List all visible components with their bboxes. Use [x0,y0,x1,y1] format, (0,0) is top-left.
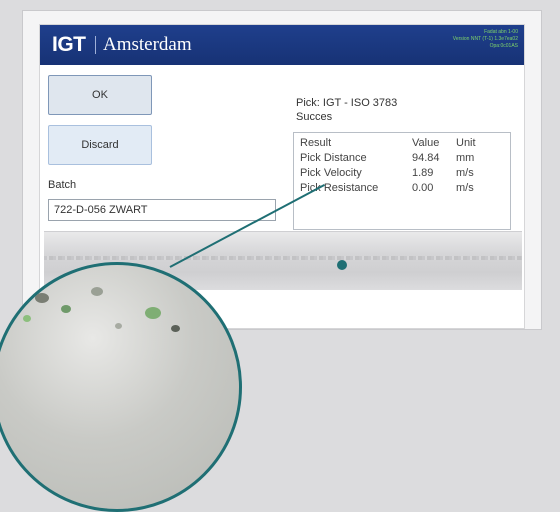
device-info: Fadat abn 1-00 Version NNT (T-1) 1.3e7ea… [398,29,518,50]
batch-input[interactable] [48,199,276,221]
results-panel: Result Value Unit Pick Distance 94.84 mm… [293,132,511,230]
device-info-line: Opa:0c01AS [489,43,518,49]
result-unit: mm [456,152,475,164]
callout-dot [337,260,347,270]
table-row: Pick Distance 94.84 mm [300,152,496,167]
sample-speck [171,325,180,332]
result-value: 94.84 [412,152,440,164]
sample-speck [91,287,103,296]
discard-button[interactable]: Discard [48,125,152,165]
sample-speck [23,315,31,322]
result-value: 0.00 [412,182,434,194]
logo-divider [95,36,96,54]
pick-status: Succes [296,111,333,123]
sample-speck [35,293,49,303]
pick-standard: Pick: IGT - ISO 3783 [296,97,398,109]
magnified-sample-image [0,262,242,512]
table-row: Pick Velocity 1.89 m/s [300,167,496,182]
header-result: Result [300,137,332,149]
device-info-line: Version NNT (T-1) 1.3e7ea02 [452,36,518,42]
result-name: Pick Velocity [300,167,362,179]
batch-label: Batch [48,179,77,191]
sample-speck [61,305,71,313]
result-unit: m/s [456,182,474,194]
header-value: Value [412,137,440,149]
device-info-line: Fadat abn 1-00 [484,29,518,35]
ok-button[interactable]: OK [48,75,152,115]
result-value: 1.89 [412,167,434,179]
sample-speck [145,307,161,319]
result-name: Pick Distance [300,152,367,164]
results-header-row: Result Value Unit [300,137,496,152]
title-bar: IGT Amsterdam Fadat abn 1-00 Version NNT… [40,25,524,65]
app-title: Amsterdam [103,34,192,55]
pick-summary: Pick: IGT - ISO 3783 Succes [296,96,397,124]
result-unit: m/s [456,167,474,179]
header-unit: Unit [456,137,476,149]
results-table: Result Value Unit Pick Distance 94.84 mm… [300,137,496,197]
trace-pattern [44,256,522,260]
igt-logo: IGT [52,33,86,56]
sample-speck [115,323,122,329]
table-row: Pick Resistance 0.00 m/s [300,182,496,197]
